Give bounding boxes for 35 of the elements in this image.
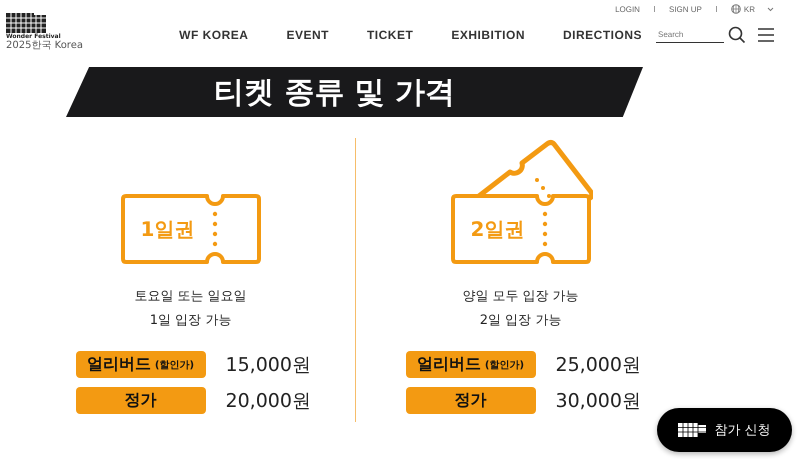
search-icon[interactable] — [728, 26, 746, 44]
price-type: 정가 — [454, 390, 486, 411]
section-title: 티켓 종류 및 가격 — [214, 74, 456, 112]
description-text: 토요일 또는 일요일 — [134, 288, 247, 306]
ticket-label: 2일권 — [470, 216, 524, 243]
description-text: 2일 입장 가능 — [480, 312, 562, 330]
price-type: 얼리버드 — [86, 354, 151, 375]
nav-link[interactable]: DIRECTIONS — [562, 28, 642, 42]
menu-icon[interactable] — [758, 28, 774, 42]
price-amount: 20,000원 — [226, 388, 312, 414]
description-text: 1일 입장 가능 — [150, 312, 232, 330]
nav-link[interactable]: WF KOREA — [179, 28, 248, 42]
price-amount: 30,000원 — [556, 388, 642, 414]
chevron-down-icon — [767, 6, 774, 12]
price-amount: 25,000원 — [556, 352, 642, 378]
price-amount: 15,000원 — [226, 352, 312, 378]
price-type: 정가 — [124, 390, 156, 411]
ticket-icon — [120, 194, 260, 264]
top-link[interactable]: SIGN UP — [668, 4, 702, 14]
price-note: (할인가) — [154, 358, 194, 372]
ticket-icon — [450, 194, 590, 264]
top-link[interactable]: LOGIN — [615, 4, 640, 14]
price-note: (할인가) — [484, 358, 524, 372]
nav-link[interactable]: EXHIBITION — [451, 28, 525, 42]
logo-grid-icon — [6, 13, 46, 33]
price-type: 얼리버드 — [416, 354, 481, 375]
language-selector[interactable]: KR — [744, 4, 755, 14]
ticket-label: 1일권 — [140, 216, 194, 243]
logo-grid-icon — [678, 423, 706, 437]
apply-button[interactable]: 참가 신청 — [657, 408, 792, 452]
description-text: 양일 모두 입장 가능 — [462, 288, 579, 306]
nav-link[interactable]: TICKET — [366, 28, 414, 42]
globe-icon — [730, 4, 741, 14]
nav-link[interactable]: EVENT — [286, 28, 329, 42]
logo-subtext: 2025한국 Korea — [6, 40, 84, 51]
